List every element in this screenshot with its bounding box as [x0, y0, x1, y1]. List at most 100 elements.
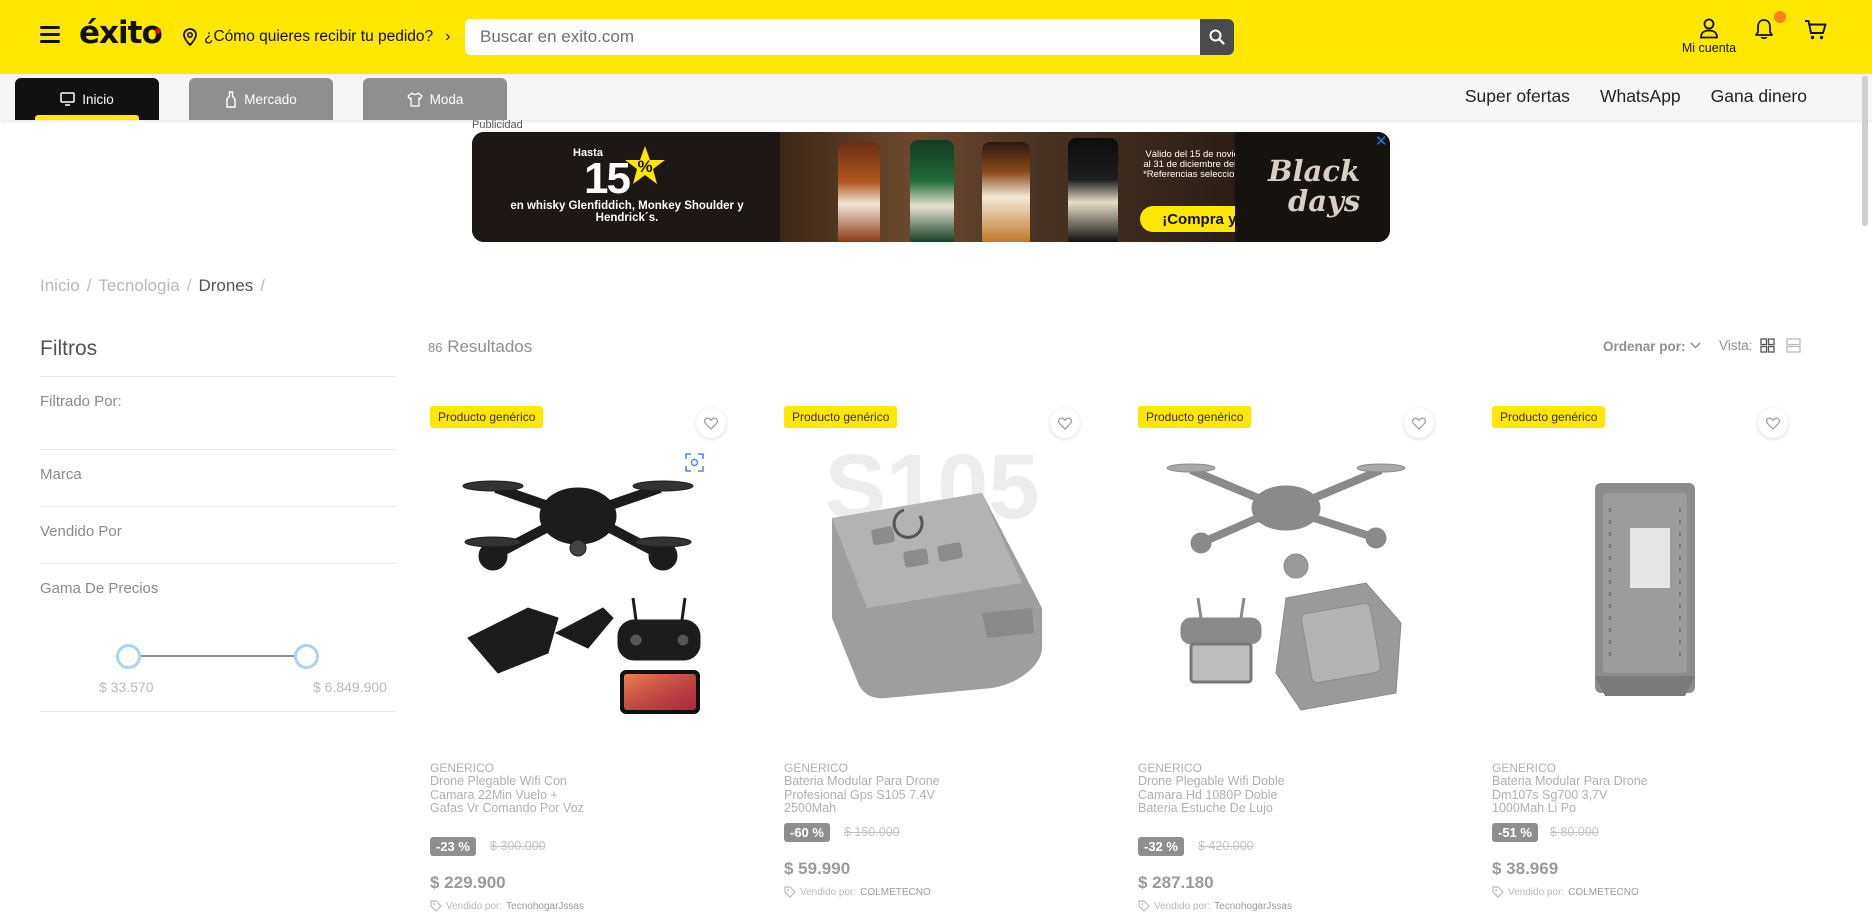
breadcrumb-separator: / — [260, 276, 265, 295]
old-price: $ 420.000 — [1198, 839, 1254, 853]
location-pin-icon — [183, 28, 197, 46]
user-icon — [1700, 18, 1718, 39]
tab-moda[interactable]: Moda — [363, 78, 507, 120]
whisky-bottle — [838, 142, 880, 242]
product-image-battery-dm107s[interactable] — [1500, 448, 1780, 728]
favorite-button[interactable] — [1758, 408, 1788, 438]
discount-badge: -32 % — [1138, 837, 1184, 856]
ad-campaign-panel: Black days — [1235, 132, 1390, 242]
ad-label: Publicidad — [472, 119, 523, 131]
price-slider-track[interactable] — [129, 655, 306, 657]
gin-bottle — [1068, 138, 1118, 242]
product-image-drone-estuche[interactable] — [1146, 448, 1426, 728]
chevron-down-icon — [1689, 342, 1701, 349]
divider — [40, 711, 396, 712]
seller-name[interactable]: COLMETECNO — [1568, 887, 1639, 898]
divider — [40, 563, 396, 564]
seller-name[interactable]: TecnohogarJssas — [1214, 901, 1292, 912]
bell-icon — [1755, 19, 1773, 40]
divider — [40, 449, 396, 450]
cart-icon — [1805, 20, 1827, 40]
tab-mercado[interactable]: Mercado — [189, 78, 333, 120]
tab-mercado-label: Mercado — [244, 91, 297, 107]
product-badge: Producto genérico — [1138, 406, 1252, 428]
category-nav: Inicio Mercado Moda Super ofertas WhatsA… — [0, 74, 1872, 120]
product-image-drone-gafas[interactable] — [438, 448, 718, 728]
list-view-icon[interactable] — [1786, 338, 1801, 353]
product-card[interactable]: Producto genérico GENERICO Bateria Modul… — [1490, 398, 1810, 919]
header-links: Super ofertas WhatsApp Gana dinero — [1465, 86, 1807, 107]
sold-by-label: Vendido por: — [1508, 886, 1565, 898]
page-scrollbar[interactable] — [1862, 76, 1868, 226]
filters-title: Filtros — [40, 337, 98, 360]
sold-by-label: Vendido por: — [800, 886, 857, 898]
product-card[interactable]: Producto genérico S105 GENERICO Bateria … — [782, 398, 1102, 919]
price-slider-max-handle[interactable] — [294, 644, 319, 669]
results-number: 86 — [428, 340, 443, 355]
favorite-button[interactable] — [1404, 408, 1434, 438]
grid-view-icon[interactable] — [1760, 338, 1775, 353]
filter-price-range[interactable]: Gama De Precios — [40, 580, 158, 597]
notification-badge — [1774, 11, 1786, 23]
seller-info: Vendido por: COLMETECNO — [784, 886, 931, 898]
heart-icon — [1058, 417, 1072, 430]
ad-percent-number: 15 — [584, 154, 631, 203]
exito-logo[interactable]: éxito — [79, 15, 163, 51]
seller-info: Vendido por: TecnohogarJssas — [430, 900, 584, 912]
account-button[interactable]: Mi cuenta — [1676, 18, 1742, 55]
product-image-battery-s105[interactable]: S105 — [792, 448, 1072, 728]
favorite-button[interactable] — [1050, 408, 1080, 438]
link-gana-dinero[interactable]: Gana dinero — [1711, 86, 1807, 107]
delivery-selector[interactable]: ¿Cómo quieres recibir tu pedido? › — [182, 26, 451, 48]
favorite-button[interactable] — [696, 408, 726, 438]
product-brand: GENERICO — [1138, 761, 1203, 775]
ad-close-icon[interactable]: ✕ — [1375, 132, 1388, 150]
menu-icon[interactable] — [40, 26, 60, 44]
old-price: $ 80.000 — [1550, 825, 1599, 839]
product-name[interactable]: Drone Plegable Wifi Doble Camara Hd 1080… — [1138, 774, 1298, 816]
product-card[interactable]: Producto genérico GENERICO Drone Plegabl… — [1136, 398, 1456, 919]
link-whatsapp[interactable]: WhatsApp — [1600, 86, 1681, 107]
view-label: Vista: — [1719, 338, 1753, 353]
filter-brand[interactable]: Marca — [40, 466, 82, 483]
ad-campaign-line2: days — [1288, 184, 1361, 218]
ad-products-image: Válido del 15 de noviembre al 31 de dici… — [780, 132, 1272, 242]
product-name[interactable]: Drone Plegable Wifi Con Camara 22Min Vue… — [430, 774, 590, 816]
breadcrumb-tecnologia[interactable]: Tecnologia — [98, 276, 179, 296]
account-label: Mi cuenta — [1681, 41, 1737, 55]
product-card[interactable]: Producto genérico GENERICO Drone Plegabl… — [428, 398, 748, 919]
whisky-bottle — [982, 142, 1030, 242]
product-name[interactable]: Bateria Modular Para Drone Dm107s Sg700 … — [1492, 774, 1652, 816]
filter-sold-by[interactable]: Vendido Por — [40, 523, 122, 540]
product-badge: Producto genérico — [784, 406, 898, 428]
seller-name[interactable]: TecnohogarJssas — [506, 901, 584, 912]
ad-banner[interactable]: Hasta 15 % en whisky Glenfiddich, Monkey… — [472, 132, 1390, 242]
monitor-icon — [60, 92, 75, 106]
filtered-by-label: Filtrado Por: — [40, 393, 122, 410]
ad-promo-panel: Hasta 15 % en whisky Glenfiddich, Monkey… — [472, 132, 780, 242]
product-name[interactable]: Bateria Modular Para Drone Profesional G… — [784, 774, 944, 816]
search-button[interactable] — [1200, 19, 1234, 55]
product-price: $ 38.969 — [1492, 859, 1559, 878]
seller-info: Vendido por: COLMETECNO — [1492, 886, 1639, 898]
seller-name[interactable]: COLMETECNO — [860, 887, 931, 898]
product-badge: Producto genérico — [1492, 406, 1606, 428]
results-count: 86 Resultados — [428, 337, 532, 357]
product-price: $ 287.180 — [1138, 873, 1214, 892]
price-slider-min-handle[interactable] — [116, 644, 141, 669]
divider — [40, 376, 396, 377]
heart-icon — [1766, 417, 1780, 430]
link-super-ofertas[interactable]: Super ofertas — [1465, 86, 1570, 107]
sort-dropdown[interactable]: Ordenar por: — [1603, 339, 1701, 354]
cart-button[interactable] — [1804, 19, 1828, 46]
notifications-button[interactable] — [1753, 18, 1775, 45]
logo-dot — [155, 28, 161, 34]
product-brand: GENERICO — [1492, 761, 1557, 775]
tag-icon — [430, 900, 442, 912]
tab-inicio[interactable]: Inicio — [15, 78, 159, 120]
search-input[interactable] — [465, 19, 1200, 55]
breadcrumb-inicio[interactable]: Inicio — [40, 276, 80, 296]
breadcrumb-separator: / — [86, 276, 92, 295]
product-badge: Producto genérico — [430, 406, 544, 428]
zoom-icon[interactable] — [685, 453, 704, 472]
